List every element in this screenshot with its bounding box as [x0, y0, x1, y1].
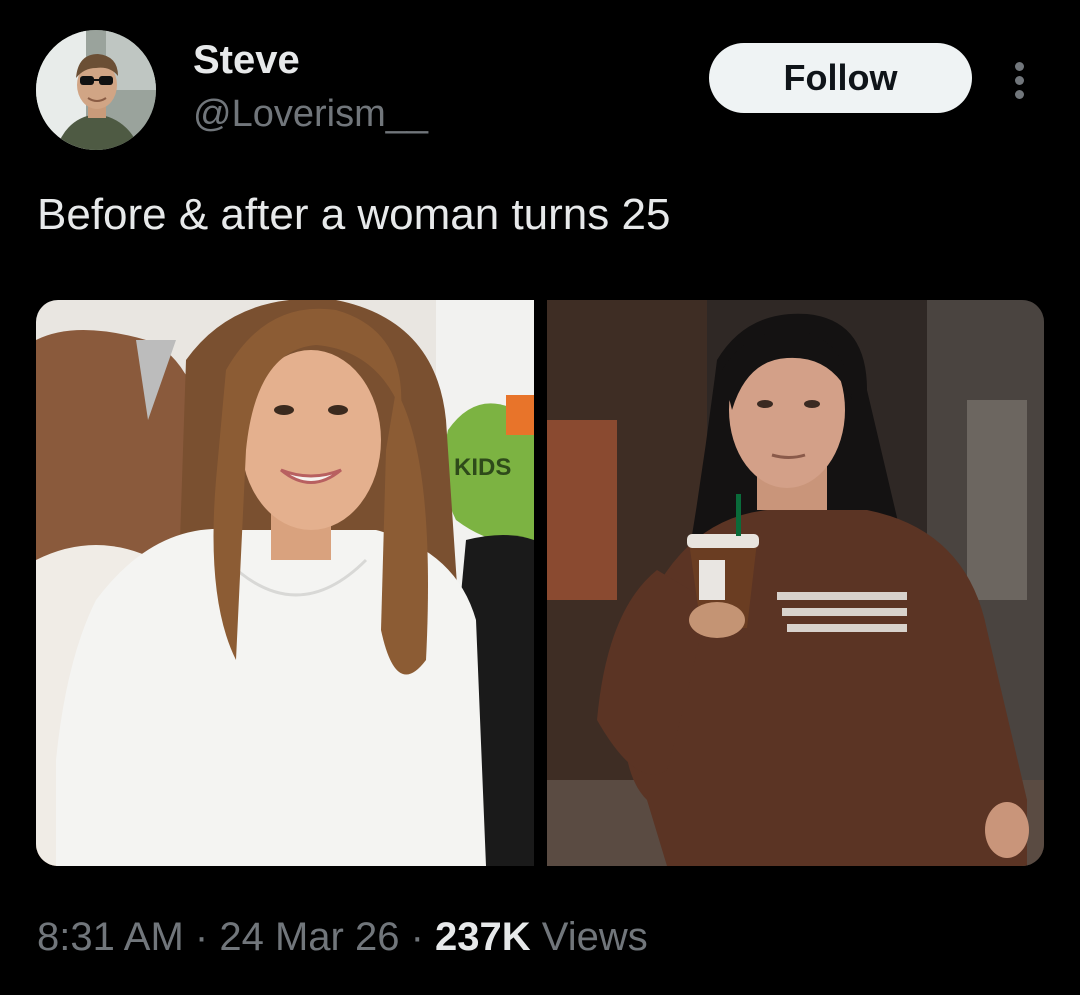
kids-sign-text: KIDS: [454, 454, 511, 481]
media-grid: KIDS: [36, 300, 1044, 866]
tweet-meta: 8:31 AM · 24 Mar 26 · 237K Views: [37, 912, 648, 962]
photo-after[interactable]: [547, 300, 1044, 866]
more-options-button[interactable]: [1000, 54, 1040, 102]
photo-before[interactable]: KIDS: [36, 300, 534, 866]
views-label: Views: [541, 915, 648, 959]
author-handle[interactable]: @Loverism__: [193, 92, 428, 136]
more-dot: [1015, 90, 1024, 99]
more-dot: [1015, 76, 1024, 85]
follow-button[interactable]: Follow: [709, 43, 972, 113]
meta-separator: ·: [410, 915, 424, 959]
meta-separator: ·: [194, 915, 209, 959]
tweet-text: Before & after a woman turns 25: [37, 190, 671, 239]
profile-photo-icon: [36, 30, 156, 150]
views-count: 237K: [435, 915, 531, 959]
avatar[interactable]: [36, 30, 156, 150]
more-vertical-icon: [1015, 62, 1024, 71]
photo-woman-brown-sweater-icon: [547, 300, 1044, 866]
tweet-time[interactable]: 8:31 AM: [37, 915, 184, 959]
author-display-name[interactable]: Steve: [193, 38, 300, 82]
photo-woman-white-top-icon: KIDS: [36, 300, 534, 866]
tweet-date[interactable]: 24 Mar 26: [219, 915, 399, 959]
